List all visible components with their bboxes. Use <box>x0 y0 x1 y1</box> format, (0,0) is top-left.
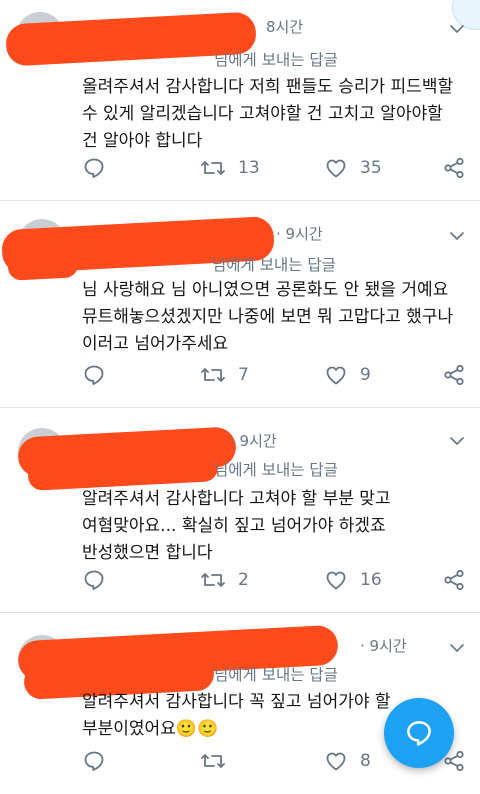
reply-icon <box>84 751 104 771</box>
tweet-text: 올려주셔서 감사합니다 저희 팬들도 승리가 피드백할 수 있게 알리겠습니다 … <box>82 77 454 151</box>
compose-reply-icon <box>407 721 431 746</box>
retweet-count: 7 <box>238 365 249 385</box>
chevron-down-icon[interactable] <box>448 227 466 245</box>
retweet-icon <box>201 754 225 768</box>
heart-icon <box>326 366 346 385</box>
like-button[interactable]: 16 <box>324 568 382 592</box>
share-button[interactable] <box>442 363 466 387</box>
like-count: 8 <box>360 751 371 771</box>
retweet-button[interactable]: 2 <box>200 568 249 592</box>
compose-reply-button[interactable] <box>384 698 454 768</box>
tweet-1[interactable]: 8시간 님에게 보내는 답글 올려주셔서 감사합니다 저희 팬들도 승리가 피드… <box>0 0 480 200</box>
retweet-button[interactable]: 13 <box>200 156 260 180</box>
like-count: 9 <box>360 365 371 385</box>
heart-icon <box>326 752 346 771</box>
retweet-button[interactable]: 7 <box>200 363 249 387</box>
retweet-count: 13 <box>238 158 260 178</box>
retweet-icon <box>201 573 225 587</box>
chevron-down-icon[interactable] <box>448 432 466 450</box>
tweet-time: · 9시간 <box>360 637 407 655</box>
retweet-icon <box>201 161 225 175</box>
reply-to-label[interactable]: 님에게 보내는 답글 <box>214 458 338 480</box>
reply-button[interactable] <box>82 363 106 387</box>
like-count: 16 <box>360 570 382 590</box>
reply-button[interactable] <box>82 749 106 773</box>
like-count: 35 <box>360 158 382 178</box>
like-button[interactable]: 9 <box>324 363 371 387</box>
tweet-3[interactable]: · 9시간 님에게 보내는 답글 알려주셔서 감사합니다 고쳐야 할 부분 맞고… <box>0 408 480 612</box>
reply-to-label[interactable]: 님에게 보내는 답글 <box>212 253 336 275</box>
reply-button[interactable] <box>82 156 106 180</box>
tweet-text-content: 알려주셔서 감사합니다 꼭 짚고 넘어가야 할 부분이였어요 <box>82 692 391 739</box>
share-button[interactable] <box>442 156 466 180</box>
emoji: 🙂🙂 <box>175 719 219 739</box>
tweet-text: 님 사랑해요 님 아니였으면 공론화도 안 됐을 거예요 뮤트해놓으셨겠지만 나… <box>82 280 454 354</box>
tweet-actions: 2 16 <box>82 568 480 594</box>
tweet-actions: 7 9 <box>82 363 480 389</box>
tweet-time: · 9시간 <box>230 432 277 450</box>
reply-icon <box>84 570 104 590</box>
like-button[interactable]: 8 <box>324 749 371 773</box>
heart-icon <box>326 159 346 178</box>
tweet-2[interactable]: · 9시간 님에게 보내는 답글 님 사랑해요 님 아니였으면 공론화도 안 됐… <box>0 201 480 407</box>
share-icon <box>444 569 464 591</box>
retweet-count: 2 <box>238 570 249 590</box>
reply-icon <box>84 365 104 385</box>
retweet-button[interactable] <box>200 749 238 773</box>
chevron-down-icon[interactable] <box>448 639 466 657</box>
chevron-down-icon[interactable] <box>448 20 466 38</box>
share-icon <box>444 364 464 386</box>
tweet-time: 8시간 <box>266 18 304 36</box>
heart-icon <box>326 571 346 590</box>
like-button[interactable]: 35 <box>324 156 382 180</box>
reply-button[interactable] <box>82 568 106 592</box>
share-icon <box>444 157 464 179</box>
reply-icon <box>84 158 104 178</box>
share-button[interactable] <box>442 568 466 592</box>
reply-to-label[interactable]: 님에게 보내는 답글 <box>214 663 338 685</box>
redaction-mark <box>7 251 79 281</box>
tweet-time: · 9시간 <box>276 225 323 243</box>
reply-to-label[interactable]: 님에게 보내는 답글 <box>214 48 338 70</box>
tweet-actions: 13 35 <box>82 156 480 182</box>
tweet-text: 알려주셔서 감사합니다 고쳐야 할 부분 맞고 여혐맞아요... 확실히 짚고 … <box>82 489 391 563</box>
retweet-icon <box>201 368 225 382</box>
